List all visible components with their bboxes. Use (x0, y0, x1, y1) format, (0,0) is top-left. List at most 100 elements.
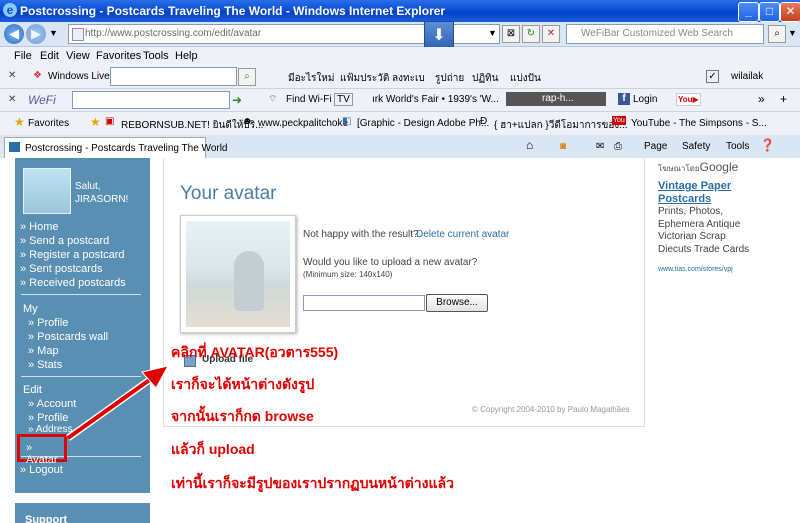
mail-icon[interactable]: ✉ (596, 141, 604, 152)
live-link-calendar[interactable]: ปฏิทิน (472, 71, 499, 86)
chevron-more-icon[interactable]: » (758, 92, 765, 106)
support-box: Support (15, 503, 150, 523)
menu-view[interactable]: View (66, 50, 90, 62)
my-stats[interactable]: » Stats (28, 359, 62, 371)
menu-help[interactable]: Help (175, 50, 198, 62)
menu-favorites[interactable]: Favorites (96, 50, 141, 62)
history-dropdown-icon[interactable]: ▼ (49, 28, 58, 38)
page-icon: ◧ (342, 116, 352, 127)
checkbox-icon[interactable]: ✓ (706, 70, 719, 83)
fav-icon-d: Ð (480, 116, 488, 127)
my-postcards-wall[interactable]: » Postcards wall (28, 331, 108, 343)
youtube-icon[interactable]: You▶ (676, 93, 701, 106)
back-icon[interactable]: ◀ (4, 24, 24, 44)
feeds-icon[interactable]: ◙ (560, 141, 566, 152)
close-toolbar-icon[interactable]: ✕ (8, 70, 16, 81)
wefi-logo: WeFi (28, 93, 56, 107)
nav-send-postcard[interactable]: » Send a postcard (20, 235, 109, 247)
refresh-icon[interactable]: ↻ (522, 25, 540, 43)
live-search-icon[interactable]: ⌕ (238, 68, 256, 86)
nav-home[interactable]: » Home (20, 221, 59, 233)
fav-youtube-simpsons[interactable]: YouTube - The Simpsons - S... (631, 118, 767, 129)
min-size-note: (Minimum size: 140x140) (303, 270, 393, 279)
compat-icon[interactable]: ⊠ (502, 25, 520, 43)
profile-picture[interactable] (23, 168, 71, 214)
search-input[interactable]: WeFiBar Customized Web Search (566, 24, 764, 44)
windows-live-label: Windows Live (48, 71, 110, 82)
tab-title: Postcrossing - Postcards Traveling The W… (25, 143, 228, 154)
help-icon[interactable]: ❓ (760, 138, 775, 152)
ad-url[interactable]: www.tias.com/stores/vpj (658, 266, 733, 273)
page-icon (72, 28, 84, 41)
nav-sent-postcards[interactable]: » Sent postcards (20, 263, 103, 275)
minimize-button[interactable]: _ (738, 2, 759, 22)
windows-live-toolbar: ✕ ❖ Windows Live ⌕ มีอะไรใหม่ แฟ้มประวัต… (0, 65, 800, 89)
favorites-bar: ★ Favorites ★ ▣ REBORNSUB.NET! ยินดีให้บ… (0, 112, 800, 136)
annotation-step3: จากนั้นเราก็กด browse (171, 408, 314, 424)
facebook-icon[interactable]: f (618, 93, 630, 105)
tab-bar: Postcrossing - Postcards Traveling The W… (0, 135, 800, 159)
login-link[interactable]: Login (633, 94, 657, 105)
fav-funny-video[interactable]: { ฮา+แปลก }วีดีโอมาการของ... (494, 118, 628, 133)
forward-icon[interactable]: ▶ (26, 24, 46, 44)
menu-edit[interactable]: Edit (40, 50, 59, 62)
nav-received-postcards[interactable]: » Received postcards (20, 277, 126, 289)
safety-menu[interactable]: Safety (682, 141, 710, 152)
home-icon[interactable]: ⌂ (526, 138, 533, 152)
close-wefi-icon[interactable]: ✕ (8, 94, 16, 105)
support-heading[interactable]: Support (25, 514, 67, 523)
go-arrow-icon[interactable]: ➜ (232, 93, 242, 107)
divider (21, 294, 141, 295)
add-icon[interactable]: + (780, 92, 787, 106)
annotation-step2: เราก็จะได้หน้าต่างดังรูป (171, 376, 315, 392)
live-link-share[interactable]: แบ่งปัน (510, 71, 541, 86)
live-user[interactable]: wilailak (731, 71, 763, 82)
news-ticker[interactable]: ırk World's Fair • 1939's 'W... (372, 94, 499, 105)
media-player[interactable]: rap-h... (506, 92, 606, 106)
fav-graphic-design[interactable]: [Graphic - Design Adobe Ph... (357, 118, 489, 129)
my-profile[interactable]: » Profile (28, 317, 68, 329)
wefi-search-input[interactable] (72, 91, 230, 109)
browse-button[interactable]: Browse... (426, 294, 488, 312)
my-map[interactable]: » Map (28, 345, 59, 357)
edit-heading: Edit (23, 384, 42, 396)
url-text: http://www.postcrossing.com/edit/avatar (85, 28, 262, 39)
live-link-profile[interactable]: แฟ้มประวัติ (340, 71, 389, 86)
avatar-photo (186, 221, 290, 327)
live-link-photos[interactable]: รูปถ่าย (435, 71, 464, 86)
find-wifi-link[interactable]: Find Wi-Fi (286, 94, 332, 105)
menu-file[interactable]: File (14, 50, 32, 62)
tools-menu[interactable]: Tools (726, 141, 749, 152)
add-favorite-icon[interactable]: ★ (90, 115, 101, 129)
page-menu[interactable]: Page (644, 141, 667, 152)
nav-register-postcard[interactable]: » Register a postcard (20, 249, 125, 261)
file-path-input[interactable] (303, 295, 425, 311)
favorites-label[interactable]: Favorites (28, 118, 69, 129)
stop-icon[interactable]: ✕ (542, 25, 560, 43)
close-window-button[interactable]: ✕ (780, 2, 800, 22)
fav-peckpalitchoke[interactable]: www.peckpalitchoke (258, 118, 348, 129)
search-dropdown-icon[interactable]: ▼ (788, 28, 797, 38)
ie-icon: e (3, 3, 17, 17)
address-toolbar: ◀ ▶ ▼ http://www.postcrossing.com/edit/a… (0, 21, 800, 51)
annotation-step5: เท่านี้เราก็จะมีรูปของเราปรากฏบนหน้าต่าง… (171, 475, 454, 491)
search-icon[interactable]: ⌕ (768, 25, 786, 43)
annotation-step4: แล้วก็ upload (171, 441, 255, 457)
menu-bar: File Edit View Favorites Tools Help (0, 47, 800, 66)
edit-avatar[interactable]: » Avatar (26, 442, 64, 466)
address-dropdown-icon[interactable]: ▼ (488, 28, 497, 38)
menu-tools[interactable]: Tools (143, 50, 169, 62)
tv-button[interactable]: TV (334, 93, 353, 106)
live-link-register[interactable]: ลงทะเบ (392, 71, 425, 86)
live-link-whatsnew[interactable]: มีอะไรใหม่ (288, 71, 334, 86)
print-icon[interactable]: ⎙ (614, 141, 622, 152)
ad-text: Prints, Photos, Ephemera Antique Victori… (658, 206, 750, 255)
maximize-button[interactable]: □ (759, 2, 780, 22)
live-search-input[interactable] (110, 67, 237, 86)
person-icon: ☻ (242, 116, 253, 127)
delete-avatar-link[interactable]: Delete current avatar (416, 229, 509, 240)
rebornsub-icon: ▣ (105, 116, 115, 127)
ad-headline[interactable]: Vintage Paper Postcards (658, 180, 768, 206)
tab-postcrossing[interactable]: Postcrossing - Postcards Traveling The W… (4, 137, 228, 158)
my-heading: My (23, 303, 38, 315)
